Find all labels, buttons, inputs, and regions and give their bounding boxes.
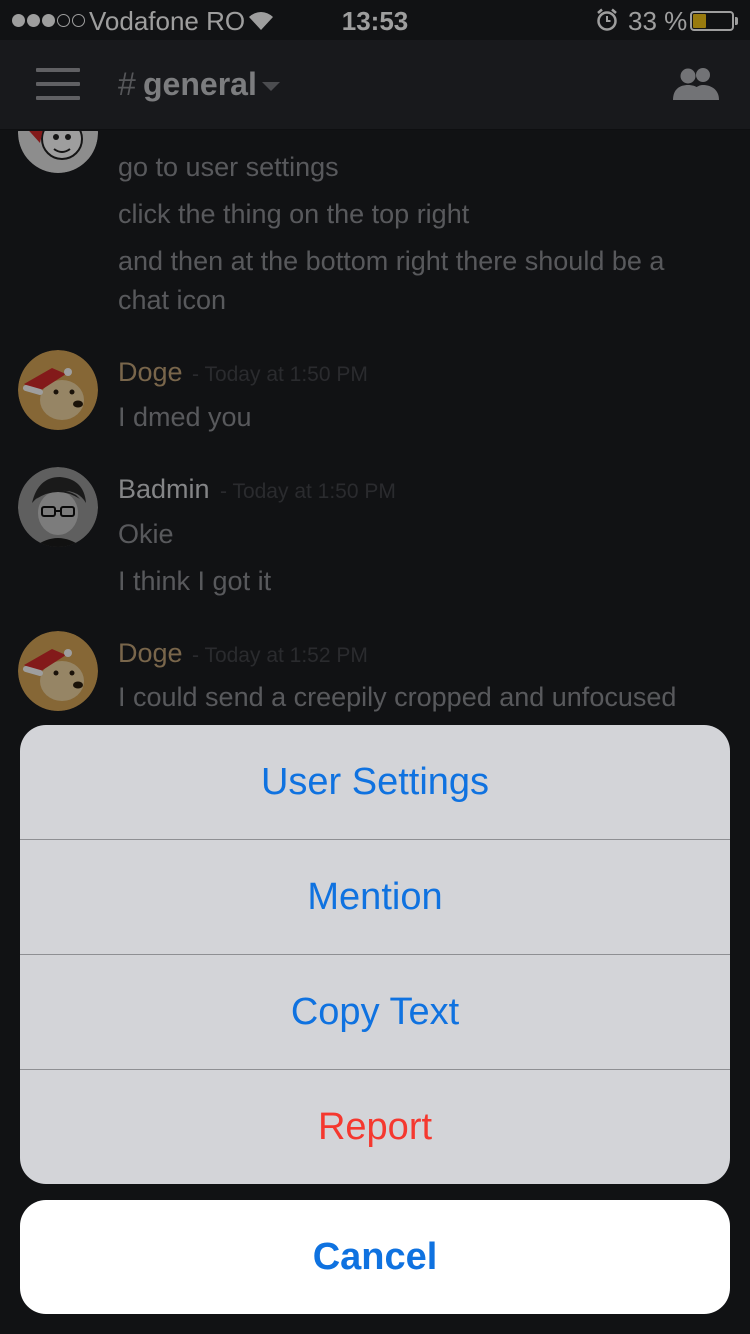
user-settings-button[interactable]: User Settings bbox=[20, 725, 730, 839]
action-sheet: User Settings Mention Copy Text Report bbox=[20, 725, 730, 1184]
copy-text-button[interactable]: Copy Text bbox=[20, 955, 730, 1069]
mention-button[interactable]: Mention bbox=[20, 840, 730, 954]
report-button[interactable]: Report bbox=[20, 1070, 730, 1184]
cancel-button[interactable]: Cancel bbox=[20, 1200, 730, 1314]
